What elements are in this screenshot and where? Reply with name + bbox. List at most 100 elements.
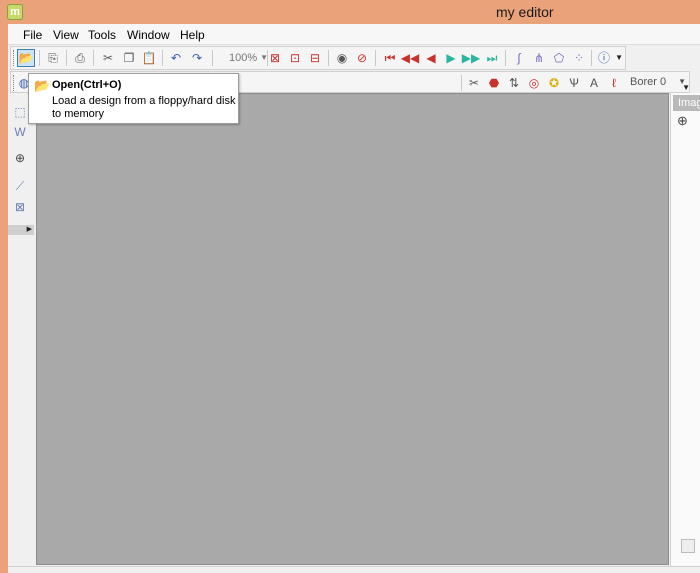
fork-button[interactable]: Ѱ (565, 74, 583, 92)
zoom-value: 100% (229, 52, 258, 64)
redo-button[interactable]: ↷ (188, 49, 206, 67)
magnifier-icon: ⊕ (14, 151, 26, 165)
toolbar-grip[interactable] (13, 50, 16, 66)
import-icon: ⎘ (48, 51, 58, 65)
chevron-right-icon: ▶ (26, 226, 32, 233)
zoom-tool-button[interactable]: ⊕ (11, 149, 29, 167)
fork-icon: Ѱ (569, 76, 579, 90)
toolbar-separator (375, 50, 376, 66)
menu-help[interactable]: Help (180, 28, 205, 42)
edit-icon: ⟋ (15, 179, 25, 193)
needle-icon: ◎ (528, 76, 540, 90)
prev-button[interactable]: ◀ (422, 49, 440, 67)
toolbar-separator (328, 50, 329, 66)
shape-button[interactable]: ⬠ (550, 49, 568, 67)
zoom-fit-button[interactable]: ⊠ (266, 49, 284, 67)
menu-view[interactable]: View (53, 28, 79, 42)
dots-icon: ⁘ (573, 51, 585, 65)
status-bar (8, 566, 700, 573)
tooltip: 📂 Open(Ctrl+O) Load a design from a flop… (28, 73, 239, 124)
jump-icon: ⇅ (508, 76, 520, 90)
print-button[interactable]: ⎙ (71, 49, 89, 67)
scissors-icon: ✂ (468, 76, 480, 90)
needle-button[interactable]: ◎ (525, 74, 543, 92)
print-icon: ⎙ (75, 51, 85, 65)
text-button[interactable]: A (585, 74, 603, 92)
prev-fast-button[interactable]: ◀◀ (401, 49, 419, 67)
menu-window[interactable]: Window (127, 28, 170, 42)
toolbar-separator (461, 75, 462, 91)
toolbar-separator (93, 50, 94, 66)
left-tool-panel: ⬚ W ⊕ ⟋ ⊠ ▶ (8, 93, 34, 573)
app-icon[interactable]: m (7, 4, 23, 20)
text-icon: A (589, 76, 598, 90)
cut-button[interactable]: ✂ (99, 49, 117, 67)
color-change-button[interactable]: ✪ (545, 74, 563, 92)
first-stitch-button[interactable]: ⏮ (381, 49, 399, 67)
prev-icon: ◀ (426, 51, 436, 65)
zoom-combo[interactable]: 100% ▼ (223, 49, 271, 67)
zoom-width-button[interactable]: ⊟ (306, 49, 324, 67)
toolbar-separator (591, 50, 592, 66)
tooltip-description: Load a design from a floppy/hard disk to… (52, 95, 236, 120)
zoom-page-button[interactable]: ⊡ (286, 49, 304, 67)
stop-button[interactable]: ⬣ (485, 74, 503, 92)
paste-icon: 📋 (141, 51, 157, 65)
panel-slider[interactable] (681, 539, 695, 553)
toolbar-separator (162, 50, 163, 66)
hook-button[interactable]: ℓ (605, 74, 623, 92)
toolbar-overflow-icon[interactable]: ▼ (615, 53, 623, 62)
next-icon: ▶ (446, 51, 456, 65)
open-button[interactable]: 📂 (17, 49, 35, 67)
import-button[interactable]: ⎘ (44, 49, 62, 67)
stop-icon: ⬣ (488, 76, 500, 90)
design-canvas[interactable] (36, 93, 669, 565)
copy-icon: ❐ (123, 51, 135, 65)
undo-icon: ↶ (170, 51, 182, 65)
toolbar-separator (505, 50, 506, 66)
copy-button[interactable]: ❐ (120, 49, 138, 67)
next-fast-icon: ▶▶ (461, 51, 481, 65)
dots-button[interactable]: ⁘ (570, 49, 588, 67)
zoom-width-icon: ⊟ (309, 51, 321, 65)
eye-off-icon: ⊘ (356, 51, 368, 65)
next-button[interactable]: ▶ (442, 49, 460, 67)
window-border (0, 24, 8, 573)
paste-button[interactable]: 📋 (140, 49, 158, 67)
curve-button[interactable]: ∫ (510, 49, 528, 67)
next-fast-button[interactable]: ▶▶ (462, 49, 480, 67)
zoom-fit-icon: ⊠ (269, 51, 281, 65)
edit-tool-button[interactable]: ⟋ (11, 177, 29, 195)
stitch-tool-button[interactable]: W (11, 123, 29, 141)
tooltip-title: Open(Ctrl+O) (52, 79, 122, 91)
color-wheel-icon: ✪ (548, 76, 560, 90)
stitch-icon: ⋔ (533, 51, 545, 65)
cut-icon: ✂ (102, 51, 114, 65)
jump-button[interactable]: ⇅ (505, 74, 523, 92)
frame-tool-button[interactable]: ⊠ (11, 198, 29, 216)
menu-tools[interactable]: Tools (88, 28, 116, 42)
open-folder-icon: 📂 (34, 78, 51, 93)
toolbar-separator (39, 50, 40, 66)
last-icon: ⏭ (486, 51, 498, 65)
panel-expand-button[interactable]: ▶ (8, 225, 34, 235)
select-tool-button[interactable]: ⬚ (11, 103, 29, 121)
trim-button[interactable]: ✂ (465, 74, 483, 92)
undo-button[interactable]: ↶ (167, 49, 185, 67)
image-panel: Image ⊕ (670, 93, 700, 573)
zoom-in-icon[interactable]: ⊕ (677, 113, 688, 129)
toolbar-overflow-icon[interactable]: ▼ (682, 83, 690, 92)
borer-combo[interactable]: Borer 0 ▼ (626, 73, 690, 91)
hide-button[interactable]: ⊘ (353, 49, 371, 67)
open-icon: 📂 (18, 51, 34, 65)
first-icon: ⏮ (384, 51, 396, 65)
view-button[interactable]: ◉ (333, 49, 351, 67)
image-panel-header[interactable]: Image (673, 95, 700, 111)
info-button[interactable]: ⓘ (595, 49, 613, 67)
menu-file[interactable]: File (23, 28, 42, 42)
curve-icon: ∫ (517, 51, 521, 65)
frame-icon: ⊠ (14, 200, 26, 214)
stitch-button[interactable]: ⋔ (530, 49, 548, 67)
redo-icon: ↷ (191, 51, 203, 65)
last-stitch-button[interactable]: ⏭ (483, 49, 501, 67)
